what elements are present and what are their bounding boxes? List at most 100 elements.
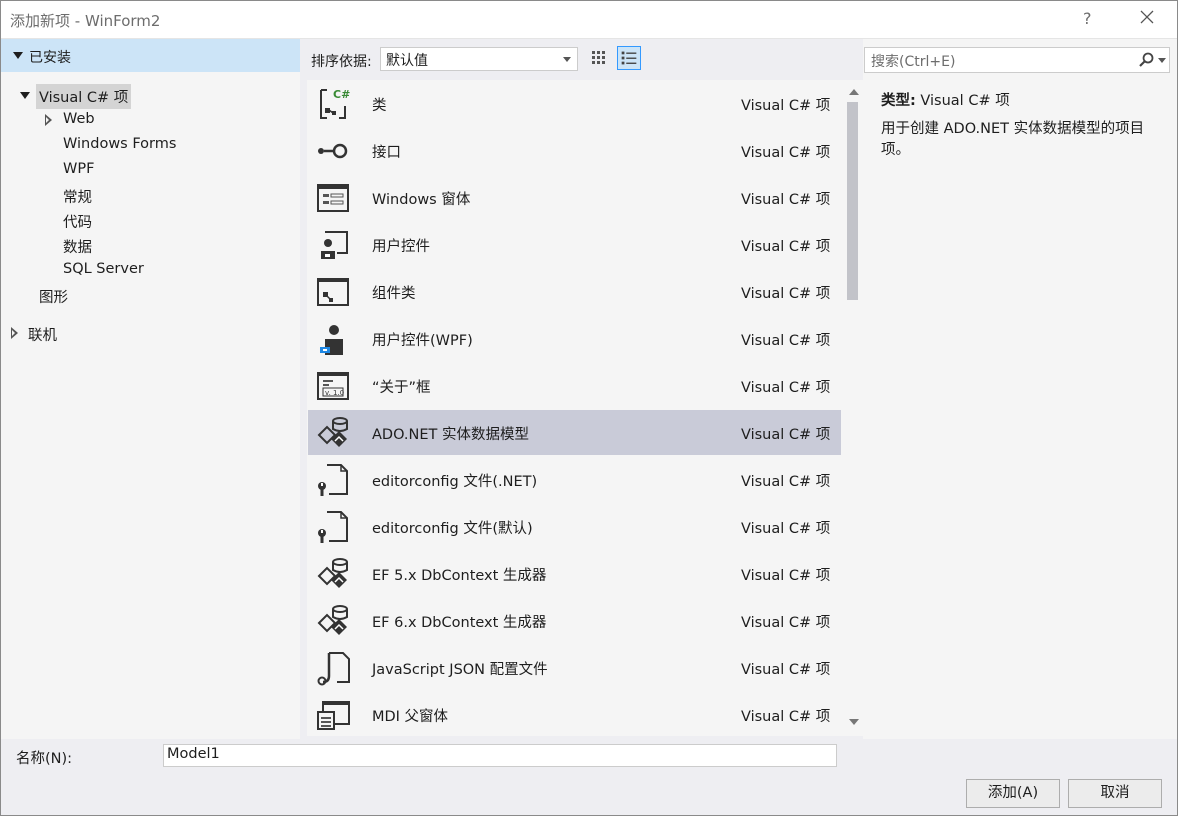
entity-model-icon — [317, 417, 348, 447]
item-type: Visual C# 项 — [741, 380, 831, 396]
wpf-user-control-icon — [320, 325, 343, 355]
search-box[interactable]: 搜索(Ctrl+E) — [864, 47, 1170, 73]
item-type: Visual C# 项 — [741, 474, 831, 490]
item-name: 组件类 — [372, 286, 416, 302]
add-button[interactable]: 添加(A) — [966, 779, 1060, 808]
item-type: Visual C# 项 — [741, 521, 831, 537]
about-box-icon: v. 1.0 — [317, 372, 349, 400]
item-type: Visual C# 项 — [741, 662, 831, 678]
list-view-icon[interactable] — [617, 46, 641, 70]
cancel-button[interactable]: 取消 — [1068, 779, 1162, 808]
tree-node-sql-server[interactable]: SQL Server — [63, 261, 144, 277]
list-item-component-class[interactable]: 组件类 Visual C# 项 — [308, 269, 841, 314]
tree-node-windows-forms[interactable]: Windows Forms — [63, 136, 176, 152]
installed-label: 已安装 — [29, 50, 71, 66]
item-name: MDI 父窗体 — [372, 709, 449, 725]
tree-node-wpf[interactable]: WPF — [63, 161, 94, 177]
item-type: Visual C# 项 — [741, 427, 831, 443]
list-toolbar: 排序依据: 默认值 — [300, 39, 863, 80]
item-name: EF 5.x DbContext 生成器 — [372, 568, 547, 584]
item-type: Visual C# 项 — [741, 239, 831, 255]
item-name: editorconfig 文件(.NET) — [372, 474, 538, 490]
name-label: 名称(N): — [16, 751, 73, 767]
svg-text:v. 1.0: v. 1.0 — [325, 389, 344, 397]
list-item-editorconfig-default[interactable]: editorconfig 文件(默认) Visual C# 项 — [308, 504, 841, 549]
footer: 名称(N): Model1 添加(A) 取消 — [0, 739, 1178, 816]
installed-header[interactable]: 已安装 — [1, 39, 300, 72]
item-type: Visual C# 项 — [741, 286, 831, 302]
item-type-info: 类型: Visual C# 项 — [881, 89, 1010, 110]
entity-model-icon — [317, 558, 348, 588]
json-file-icon — [317, 652, 350, 686]
list-scrollbar[interactable] — [844, 80, 863, 736]
search-icon[interactable] — [1137, 51, 1155, 69]
grid-view-icon[interactable] — [587, 46, 611, 70]
sort-label: 排序依据: — [311, 54, 372, 70]
window-title: 添加新项 - WinForm2 — [10, 12, 161, 30]
list-item-mdi-parent-form[interactable]: MDI 父窗体 Visual C# 项 — [308, 692, 841, 736]
item-name: ADO.NET 实体数据模型 — [372, 427, 529, 443]
list-item-class[interactable]: C# 类 Visual C# 项 — [308, 81, 841, 126]
expand-online-icon[interactable] — [11, 327, 18, 339]
tree-node-data[interactable]: 数据 — [63, 236, 92, 257]
scroll-down-icon[interactable] — [849, 719, 859, 725]
item-type: Visual C# 项 — [741, 568, 831, 584]
list-item-interface[interactable]: 接口 Visual C# 项 — [308, 128, 841, 173]
tree-node-online[interactable]: 联机 — [28, 324, 57, 345]
collapse-arrow-icon[interactable] — [13, 52, 23, 59]
scroll-up-icon[interactable] — [849, 89, 859, 95]
sort-value: 默认值 — [386, 53, 428, 69]
template-list: C# 类 Visual C# 项 接口 Visual C# 项 Windows … — [307, 80, 844, 736]
config-file-icon — [318, 464, 348, 496]
scroll-thumb[interactable] — [847, 102, 858, 300]
sort-dropdown[interactable]: 默认值 — [380, 47, 578, 71]
entity-model-icon — [317, 605, 348, 635]
list-item-editorconfig-net[interactable]: editorconfig 文件(.NET) Visual C# 项 — [308, 457, 841, 502]
item-type: Visual C# 项 — [741, 615, 831, 631]
list-item-ef6-dbcontext[interactable]: EF 6.x DbContext 生成器 Visual C# 项 — [308, 598, 841, 643]
item-type: Visual C# 项 — [741, 98, 831, 114]
close-icon[interactable] — [1138, 8, 1156, 26]
item-name: 用户控件 — [372, 239, 430, 255]
item-type: Visual C# 项 — [741, 192, 831, 208]
list-item-ado-net-entity-model[interactable]: ADO.NET 实体数据模型 Visual C# 项 — [308, 410, 841, 455]
tree-node-graphics[interactable]: 图形 — [39, 286, 68, 307]
component-class-icon — [317, 278, 349, 306]
interface-icon — [318, 143, 348, 159]
help-button[interactable]: ? — [1083, 9, 1092, 28]
mdi-form-icon — [317, 701, 350, 730]
expand-arrow-icon[interactable] — [20, 92, 30, 99]
tree-node-general[interactable]: 常规 — [63, 186, 92, 207]
list-item-json-config[interactable]: JavaScript JSON 配置文件 Visual C# 项 — [308, 645, 841, 690]
details-panel: 搜索(Ctrl+E) 类型: Visual C# 项 用于创建 ADO.NET … — [863, 39, 1177, 739]
windows-form-icon — [317, 184, 349, 212]
chevron-down-icon — [563, 57, 571, 62]
list-item-about-box[interactable]: v. 1.0 “关于”框 Visual C# 项 — [308, 363, 841, 408]
item-description: 用于创建 ADO.NET 实体数据模型的项目项。 — [881, 121, 1145, 158]
expand-web-icon[interactable] — [45, 114, 52, 126]
type-value: Visual C# 项 — [920, 93, 1010, 109]
name-field[interactable]: Model1 — [163, 744, 837, 767]
item-name: editorconfig 文件(默认) — [372, 521, 533, 537]
item-name: 接口 — [372, 145, 401, 161]
user-control-icon — [321, 231, 348, 259]
title-bar: 添加新项 - WinForm2 ? — [0, 0, 1178, 39]
list-item-wpf-user-control[interactable]: 用户控件(WPF) Visual C# 项 — [308, 316, 841, 361]
item-type: Visual C# 项 — [741, 333, 831, 349]
item-name: JavaScript JSON 配置文件 — [372, 662, 548, 678]
tree-node-visual-csharp[interactable]: Visual C# 项 — [36, 84, 132, 109]
item-name: Windows 窗体 — [372, 192, 471, 208]
item-name: “关于”框 — [372, 380, 431, 396]
list-item-ef5-dbcontext[interactable]: EF 5.x DbContext 生成器 Visual C# 项 — [308, 551, 841, 596]
tree-node-web[interactable]: Web — [63, 111, 95, 127]
search-placeholder: 搜索(Ctrl+E) — [871, 54, 956, 70]
list-item-windows-form[interactable]: Windows 窗体 Visual C# 项 — [308, 175, 841, 220]
tree-node-code[interactable]: 代码 — [63, 211, 92, 232]
svg-text:C#: C# — [333, 88, 350, 101]
type-label: 类型: — [881, 93, 916, 109]
chevron-down-icon[interactable] — [1158, 58, 1166, 63]
name-value[interactable]: Model1 — [167, 746, 220, 762]
config-file-icon — [318, 511, 348, 543]
list-item-user-control[interactable]: 用户控件 Visual C# 项 — [308, 222, 841, 267]
item-name: 类 — [372, 98, 387, 114]
